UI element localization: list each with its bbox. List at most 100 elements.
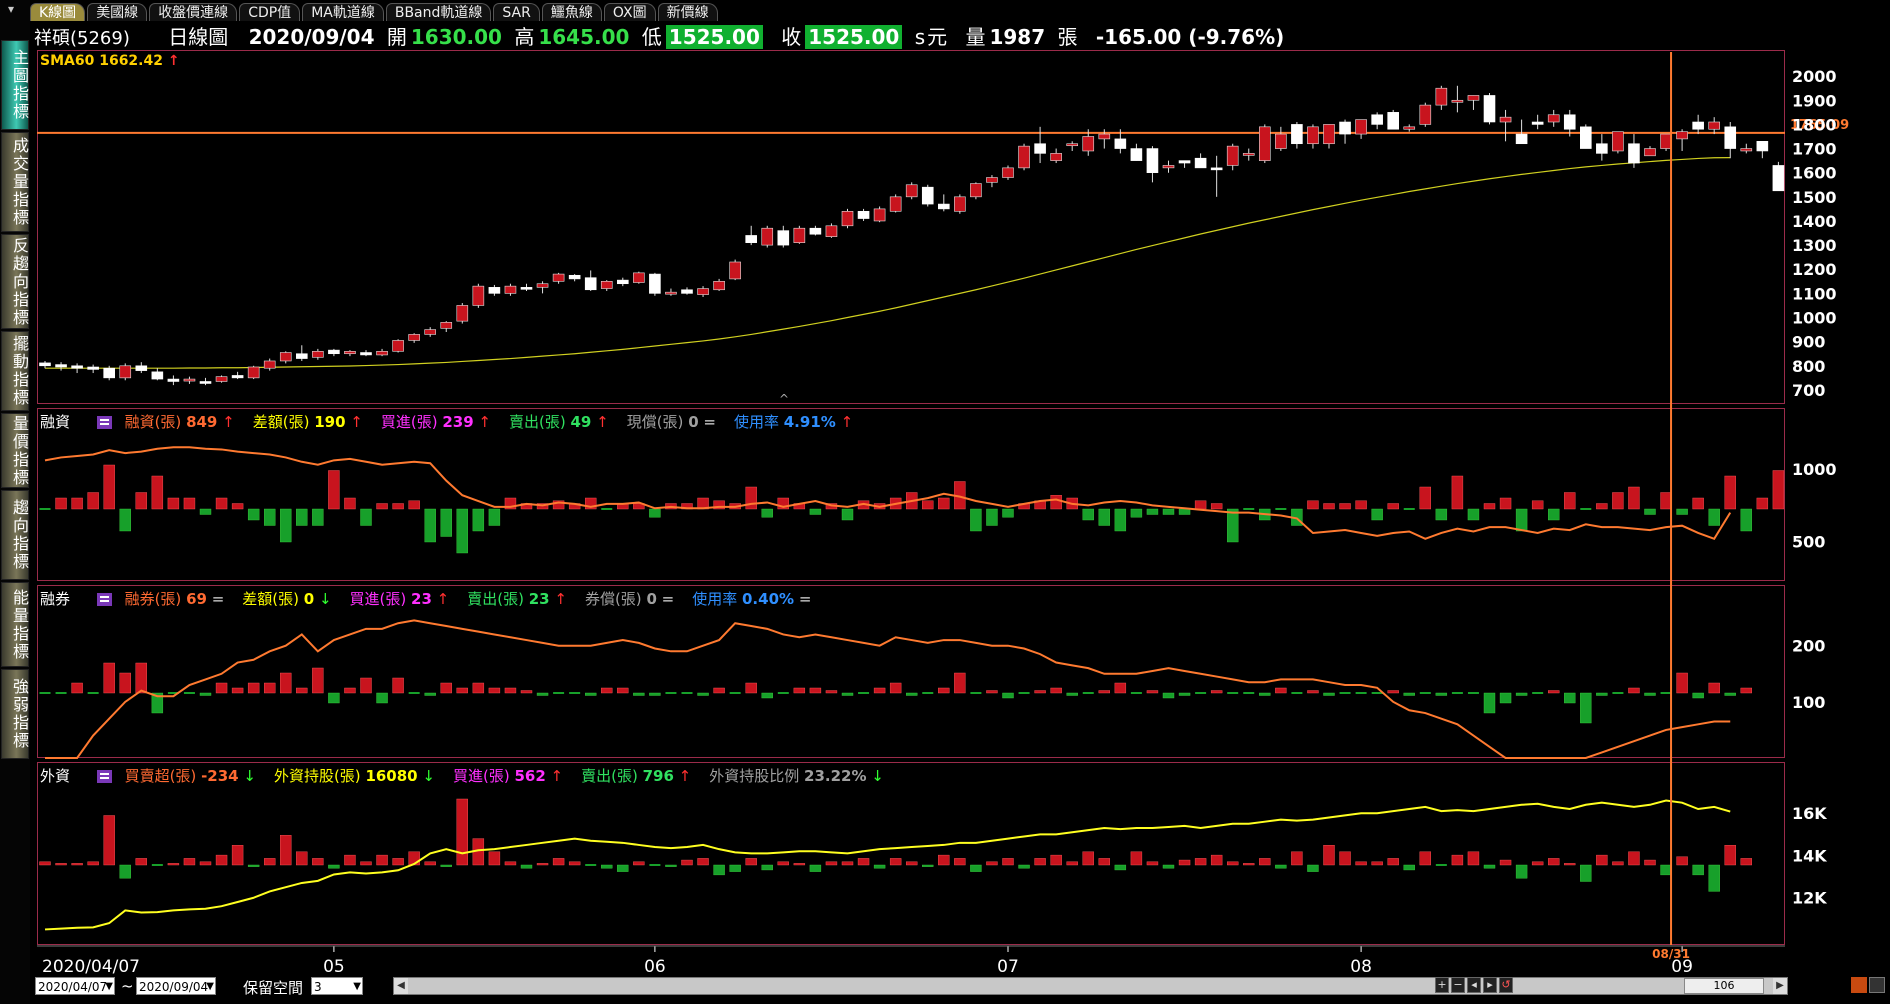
margin-bar — [1660, 492, 1672, 510]
foreign-bar — [280, 835, 292, 866]
margin-bar — [199, 508, 212, 515]
candle-body — [520, 287, 533, 290]
margin-bar — [215, 497, 228, 510]
short-bar — [1515, 692, 1528, 696]
candle — [809, 225, 822, 236]
candle-body — [729, 261, 741, 280]
bottom-toolbar: 2020/04/07 ~ 2020/09/04 保留空間 3 ◀ 106 ▶ +… — [33, 975, 1890, 999]
short-bar — [1114, 682, 1127, 694]
candle — [568, 274, 581, 282]
margin-bar — [360, 508, 372, 526]
foreign-bar — [1259, 858, 1271, 866]
margin-bar — [1644, 508, 1656, 515]
candle-body — [39, 362, 51, 367]
candle — [697, 286, 709, 297]
pan-right-icon[interactable]: ▸ — [1483, 977, 1497, 993]
candle-body — [1162, 165, 1175, 169]
short-bar — [103, 662, 115, 694]
foreign-bar — [922, 864, 934, 867]
candle — [151, 368, 164, 381]
candle — [1371, 112, 1383, 130]
margin-bar — [71, 497, 83, 510]
end-date-select[interactable]: 2020/09/04 — [136, 977, 216, 996]
foreign-bar — [1162, 864, 1175, 869]
short-bar — [1660, 692, 1672, 694]
zoom-in-icon[interactable]: + — [1435, 977, 1449, 993]
candle — [1178, 160, 1191, 168]
margin-bar — [1435, 508, 1448, 521]
foreign-bar — [488, 851, 501, 866]
pan-left-icon[interactable]: ◂ — [1467, 977, 1481, 993]
settings-icon[interactable] — [1869, 977, 1885, 993]
candle-body — [600, 281, 613, 289]
scroll-thumb[interactable]: 106 — [1684, 978, 1764, 994]
candle-body — [1002, 167, 1014, 178]
foreign-bar — [889, 858, 902, 866]
candle — [584, 270, 597, 291]
short-bar — [793, 687, 806, 694]
candle-body — [1708, 121, 1720, 130]
candle-body — [1050, 153, 1062, 161]
candle-body — [135, 365, 148, 371]
candle — [295, 345, 308, 361]
short-bar — [135, 662, 148, 694]
margin-bar — [1772, 470, 1785, 510]
margin-bar — [1403, 508, 1415, 510]
margin-bar — [440, 508, 452, 537]
short-bar — [585, 692, 597, 696]
candle — [1708, 117, 1720, 135]
menu-icon[interactable] — [1851, 977, 1867, 993]
candle — [793, 225, 806, 244]
short-bar — [1612, 692, 1624, 694]
margin-bar — [135, 492, 148, 510]
candle-body — [1451, 99, 1464, 103]
candle — [504, 283, 517, 296]
reserve-space-input[interactable]: 3 — [311, 977, 363, 996]
short-bar — [1066, 692, 1078, 696]
candle-body — [697, 288, 709, 295]
short-bar — [889, 682, 902, 694]
short-bar — [665, 692, 677, 694]
short-bar — [986, 690, 998, 694]
candle — [520, 283, 533, 291]
candle-body — [440, 322, 453, 329]
candle — [1066, 141, 1078, 151]
timeline-scrollbar[interactable]: ◀ 106 ▶ — [393, 977, 1788, 995]
short-bar — [264, 682, 276, 694]
candle-body — [167, 378, 180, 382]
candle — [1323, 124, 1335, 149]
candle-body — [1082, 136, 1095, 152]
chart-canvas[interactable]: 700 800 900 1000 1100 1200 1300 1400 1500 1600 170… — [0, 0, 1890, 1004]
zoom-out-icon[interactable]: − — [1451, 977, 1465, 993]
margin-bar — [488, 508, 501, 526]
reset-view-icon[interactable]: ↺ — [1499, 977, 1513, 993]
candle — [1210, 155, 1223, 197]
short-bar — [1547, 690, 1560, 694]
candle-body — [119, 365, 132, 379]
candle — [55, 362, 67, 371]
short-bar — [408, 692, 420, 694]
short-bar — [440, 682, 452, 694]
candle-body — [1323, 124, 1335, 145]
foreign-bar — [1547, 858, 1560, 866]
candle-body — [1419, 104, 1432, 125]
scroll-left-icon[interactable]: ◀ — [394, 978, 408, 994]
candle-body — [295, 353, 308, 359]
start-date-select[interactable]: 2020/04/07 — [35, 977, 115, 996]
candle — [1339, 119, 1351, 144]
margin-bar — [1371, 508, 1383, 521]
candle-body — [970, 183, 982, 198]
short-bar — [1178, 692, 1191, 696]
short-bar — [970, 692, 982, 694]
candle — [633, 271, 645, 284]
candle — [1580, 124, 1592, 149]
price-tick-label: 1100 — [1792, 284, 1837, 303]
short-bar — [1339, 692, 1351, 694]
candle-body — [761, 227, 774, 246]
candle — [488, 284, 501, 296]
candle — [954, 194, 966, 214]
margin-bar — [1515, 508, 1528, 532]
scroll-right-icon[interactable]: ▶ — [1773, 978, 1787, 994]
short-bar — [729, 692, 741, 694]
price-tick-label: 1900 — [1792, 91, 1837, 110]
